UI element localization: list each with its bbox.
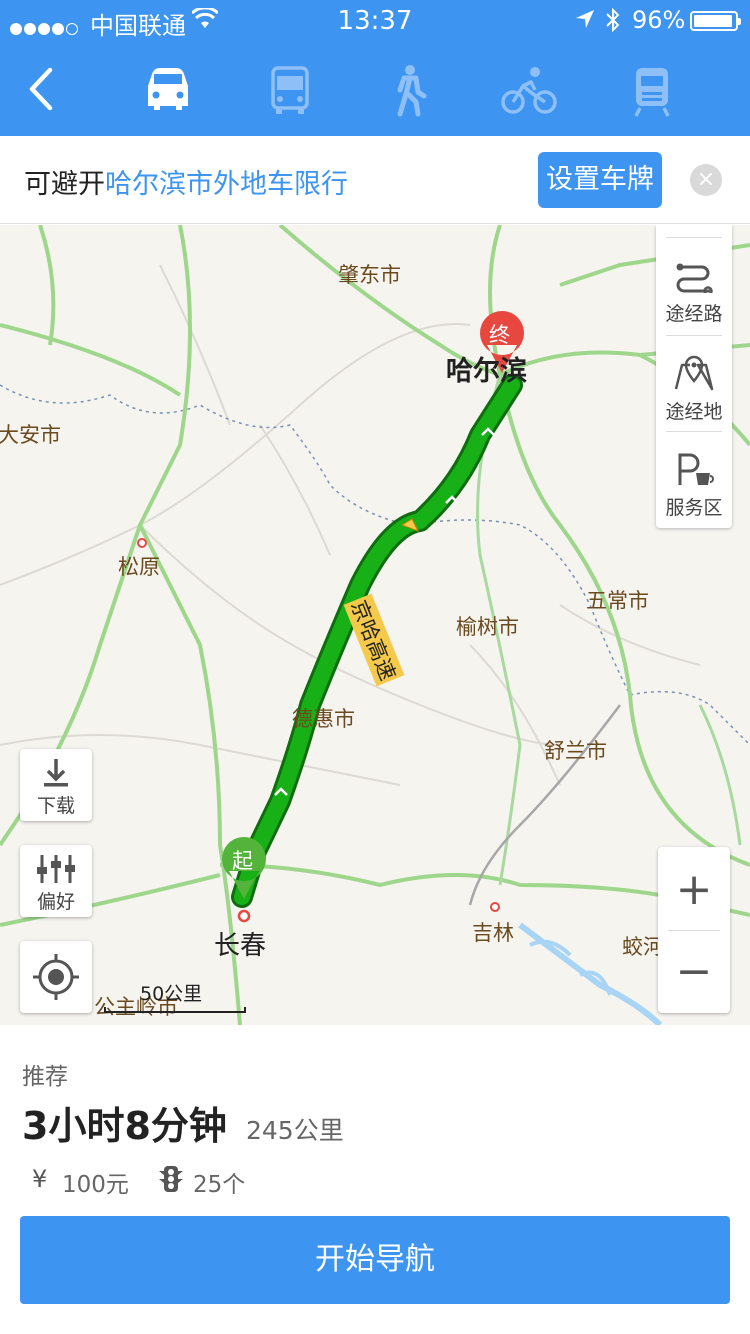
route-map[interactable]: 京哈高速 终 起 肇东市 哈尔滨 大安市 松原 五常市 榆树市 德惠市 舒兰市 … <box>0 225 750 1025</box>
bus-icon[interactable] <box>260 64 320 118</box>
top-bar: 中国联通 13:37 96% <box>0 0 750 136</box>
locate-icon <box>33 954 79 1000</box>
service-area-label: 服务区 <box>665 497 723 519</box>
yen-icon: ¥ <box>32 1165 48 1193</box>
map-scale: 50公里 <box>104 977 248 1017</box>
scale-bar <box>104 1007 246 1013</box>
map-pin-icon <box>674 355 714 391</box>
train-icon[interactable] <box>622 64 682 118</box>
city-shulan: 舒兰市 <box>544 739 607 763</box>
car-icon[interactable] <box>138 64 198 118</box>
download-label: 下载 <box>36 795 75 817</box>
city-changchun: 长春 <box>214 931 267 961</box>
start-navigation-button[interactable]: 开始导航 <box>20 1216 730 1304</box>
waypoint-road-label: 途经路 <box>665 303 723 325</box>
preference-button[interactable]: 偏好 <box>20 845 92 917</box>
sliders-icon <box>37 855 75 883</box>
traffic-light-icon <box>159 1166 183 1192</box>
waypoint-road-button[interactable]: 途经路 <box>656 239 732 335</box>
restriction-link[interactable]: 哈尔滨市外地车限行 <box>105 169 348 200</box>
traffic-light-count: 25个 <box>193 1172 246 1198</box>
bluetooth-icon <box>606 7 620 33</box>
zoom-in-button[interactable]: + <box>658 853 730 927</box>
restriction-message: 可避开哈尔滨市外地车限行 <box>24 162 348 201</box>
waypoint-place-button[interactable]: 途经地 <box>656 337 732 433</box>
scale-label: 50公里 <box>140 983 203 1005</box>
battery-percent: 96% <box>632 6 686 34</box>
city-zhaodong: 肇东市 <box>338 263 401 287</box>
restriction-banner: 可避开哈尔滨市外地车限行 设置车牌 × <box>0 136 750 224</box>
chevron-left-icon[interactable] <box>22 64 62 114</box>
route-duration: 3小时8分钟 <box>22 1104 227 1148</box>
city-jilin: 吉林 <box>472 921 514 945</box>
route-options-panel: 途经路 途经地 服务区 <box>656 225 732 528</box>
route-distance: 245公里 <box>246 1116 344 1145</box>
walk-icon[interactable] <box>380 64 440 118</box>
restriction-prefix: 可避开 <box>24 169 105 200</box>
zoom-control: + − <box>658 847 730 1013</box>
city-yushu: 榆树市 <box>456 615 519 639</box>
download-button[interactable]: 下载 <box>20 749 92 821</box>
service-area-button[interactable]: 服务区 <box>656 433 732 529</box>
waypoint-place-label: 途经地 <box>665 401 723 423</box>
parking-coffee-icon <box>678 453 714 485</box>
route-summary: 推荐 3小时8分钟 245公里 ¥ 100元 25个 开始导航 <box>0 1025 750 1334</box>
download-icon <box>44 759 68 787</box>
close-icon[interactable]: × <box>690 164 722 196</box>
location-arrow-icon <box>576 10 594 28</box>
recommend-tag: 推荐 <box>22 1064 68 1090</box>
end-marker-label: 终 <box>489 323 510 347</box>
city-wuchang: 五常市 <box>586 589 649 613</box>
status-bar: 中国联通 13:37 96% <box>0 0 750 40</box>
zoom-out-button[interactable]: − <box>658 935 730 1009</box>
city-songyuan: 松原 <box>118 555 160 579</box>
set-plate-button[interactable]: 设置车牌 <box>538 152 662 208</box>
locate-button[interactable] <box>20 941 92 1013</box>
route-road-icon <box>676 263 713 293</box>
transport-mode-bar <box>0 56 750 126</box>
preference-label: 偏好 <box>36 891 75 913</box>
start-marker-label: 起 <box>232 849 253 873</box>
battery-icon <box>690 11 741 31</box>
city-harbin: 哈尔滨 <box>446 356 527 387</box>
bike-icon[interactable] <box>499 64 559 118</box>
city-dehui: 德惠市 <box>292 707 355 731</box>
toll-fee: 100元 <box>62 1172 129 1198</box>
city-daan: 大安市 <box>0 423 61 447</box>
